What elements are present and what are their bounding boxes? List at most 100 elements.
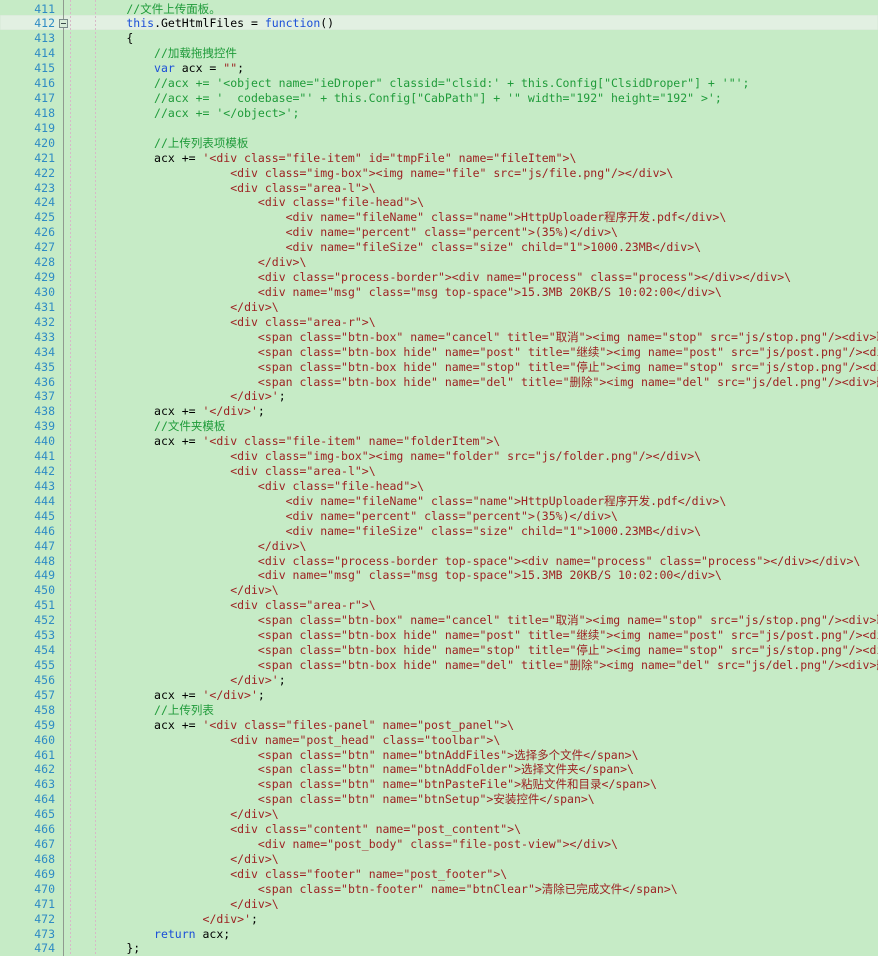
line-number: 426 (34, 225, 55, 240)
line-number: 470 (34, 881, 55, 896)
code-line[interactable]: <span class="btn" name="btnPasteFile">粘贴… (71, 777, 657, 792)
code-line[interactable]: <div class="footer" name="post_footer">\ (71, 867, 507, 882)
code-line[interactable]: return acx; (154, 927, 230, 942)
code-line[interactable]: acx += '<div class="file-item" id="tmpFi… (154, 151, 576, 166)
code-line[interactable]: { (126, 31, 133, 46)
code-line[interactable]: </div>\ (71, 807, 278, 822)
token-kw: return (154, 926, 196, 941)
code-line[interactable]: <span class="btn" name="btnAddFolder">选择… (71, 762, 634, 777)
code-line[interactable]: <div name="msg" class="msg top-space">15… (71, 568, 722, 583)
token-kw: var (154, 61, 175, 76)
code-line[interactable]: <div name="fileSize" class="size" child=… (71, 240, 701, 255)
code-editor[interactable]: //文件上传面板。 this.GetHtmlFiles = function(){… (0, 0, 878, 956)
code-line[interactable]: <div name="post_head" class="toolbar">\ (71, 733, 500, 748)
line-number: 440 (34, 434, 55, 449)
code-line[interactable]: <div class="process-border"><div name="p… (71, 270, 791, 285)
code-line[interactable]: </div>\ (71, 300, 278, 315)
line-number: 418 (34, 105, 55, 120)
code-line[interactable]: <span class="btn-box hide" name="del" ti… (71, 375, 878, 390)
token-str: <span class="btn-box" name="cancel" titl… (257, 613, 878, 628)
fold-toggle-minus-icon[interactable] (59, 18, 68, 28)
code-line[interactable]: </div>'; (71, 912, 258, 927)
code-line[interactable]: <div name="percent" class="percent">(35%… (71, 509, 618, 524)
code-line[interactable]: acx += '<div class="files-panel" name="p… (154, 718, 514, 733)
token-str: <span class="btn" name="btnSetup">安装控件</… (71, 792, 595, 807)
line-number: 457 (34, 687, 55, 702)
line-number: 427 (34, 240, 55, 255)
line-number: 412 (34, 16, 55, 31)
code-line[interactable]: <span class="btn-box hide" name="stop" t… (71, 360, 878, 375)
code-line[interactable]: <div class="file-head">\ (71, 479, 424, 494)
code-line[interactable]: <div name="fileSize" class="size" child=… (71, 524, 701, 539)
line-number: 448 (34, 553, 55, 568)
code-line[interactable]: //文件上传面板。 (126, 2, 220, 17)
code-text-area[interactable]: //文件上传面板。 this.GetHtmlFiles = function(){… (0, 0, 878, 956)
code-line[interactable]: //acx += '</object>'; (154, 106, 299, 121)
token-str: </div>\ (71, 583, 279, 598)
code-line[interactable]: <div class="area-r">\ (71, 598, 376, 613)
code-line[interactable]: </div>\ (71, 583, 279, 598)
code-line[interactable]: <span class="btn-box hide" name="del" ti… (71, 658, 878, 673)
code-line[interactable]: <div class="process-border top-space"><d… (71, 554, 860, 569)
line-number: 450 (34, 583, 55, 598)
token-str: <div class="area-r">\ (71, 598, 376, 613)
code-line[interactable]: </div>'; (71, 389, 285, 404)
code-line[interactable]: //acx += ' codebase="' + this.Config["Ca… (154, 91, 722, 106)
code-line[interactable]: </div>\ (71, 897, 278, 912)
code-line[interactable]: </div>\ (71, 851, 279, 867)
line-number: 417 (34, 91, 55, 106)
code-line[interactable]: acx += '<div class="file-item" name="fol… (154, 434, 500, 449)
code-line[interactable]: }; (126, 941, 140, 956)
line-number: 455 (34, 657, 55, 672)
code-line[interactable]: var acx = ""; (154, 61, 244, 76)
line-number: 445 (34, 508, 55, 523)
code-line[interactable]: <span class="btn-footer" name="btnClear"… (71, 882, 678, 897)
code-line[interactable]: //acx += '<object name="ieDroper" classi… (154, 76, 749, 91)
line-number: 447 (34, 538, 55, 553)
code-line[interactable]: <div class="area-l">\ (71, 180, 376, 196)
token-str: <div class="file-head">\ (71, 478, 425, 493)
code-line[interactable]: <span class="btn-box hide" name="post" t… (71, 628, 878, 643)
code-line[interactable]: </div>'; (71, 672, 285, 688)
token-str: </div>\ (71, 851, 279, 866)
code-line[interactable]: <span class="btn-box hide" name="stop" t… (71, 643, 878, 658)
code-line[interactable]: acx += '</div>'; (154, 404, 265, 419)
token-str: <span class="btn-box hide" name="del" ti… (257, 657, 878, 672)
code-line[interactable]: <span class="btn" name="btnSetup">安装控件</… (71, 792, 595, 807)
token-str: <div class="img-box"><img name="file" sr… (71, 165, 674, 180)
token-txt: ; (257, 687, 265, 702)
code-line[interactable]: <div class="area-r">\ (71, 315, 375, 330)
code-line[interactable]: <div name="percent" class="percent">(35%… (71, 225, 618, 240)
code-line[interactable]: //上传列表 (154, 703, 214, 718)
token-txt: acx += (154, 687, 203, 702)
code-line[interactable]: <div name="fileName" class="name">HttpUp… (71, 210, 727, 225)
code-line[interactable]: this.GetHtmlFiles = function() (126, 16, 334, 31)
line-number: 451 (34, 598, 55, 613)
code-line[interactable]: <span class="btn" name="btnAddFiles">选择多… (71, 748, 639, 763)
code-line[interactable]: //文件夹模板 (154, 419, 225, 434)
line-number: 459 (34, 717, 55, 732)
token-str: <div class="area-l">\ (71, 180, 376, 195)
code-line[interactable]: //上传列表项模板 (154, 136, 248, 151)
code-line[interactable]: <div class="img-box"><img name="folder" … (71, 449, 701, 464)
code-line[interactable]: </div>\ (71, 539, 306, 554)
code-line[interactable]: <span class="btn-box" name="cancel" titl… (71, 613, 878, 628)
code-line[interactable]: <div class="area-l">\ (71, 464, 375, 479)
code-line[interactable]: acx += '</div>'; (154, 688, 265, 703)
line-number: 467 (34, 837, 55, 852)
token-str: '<div class="file-item" name="folderItem… (202, 434, 501, 449)
token-str: </div>' (71, 672, 279, 687)
code-line[interactable]: <div class="img-box"><img name="file" sr… (71, 166, 673, 181)
token-txt: acx += (154, 717, 203, 732)
code-line[interactable]: <div name="post_body" class="file-post-v… (71, 837, 618, 852)
code-line[interactable]: <div name="fileName" class="name">HttpUp… (71, 494, 727, 509)
code-line[interactable]: <div class="content" name="post_content"… (71, 822, 521, 837)
code-line[interactable]: <div name="msg" class="msg top-space">15… (71, 285, 722, 300)
code-line[interactable]: //加载拖拽控件 (154, 46, 237, 61)
token-str: <span class="btn-box hide" name="post" t… (257, 628, 878, 643)
code-line[interactable]: <span class="btn-box hide" name="post" t… (71, 345, 878, 360)
code-line[interactable]: <div class="file-head">\ (71, 195, 424, 210)
code-line[interactable]: <span class="btn-box" name="cancel" titl… (71, 330, 878, 345)
token-str: <div class="img-box"><img name="folder" … (71, 449, 702, 464)
code-line[interactable]: </div>\ (71, 255, 306, 270)
